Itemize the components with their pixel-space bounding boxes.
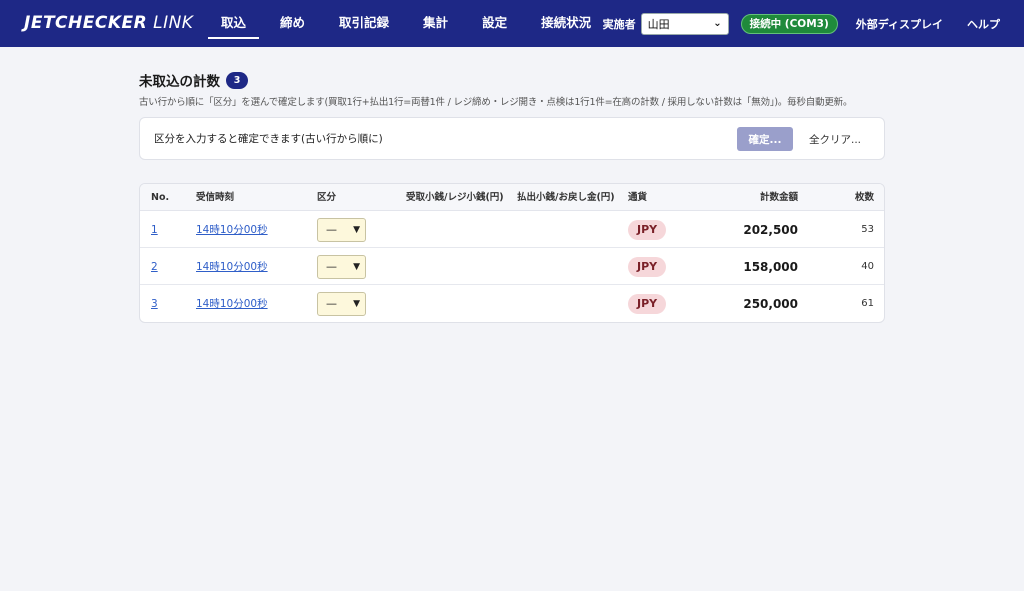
help-link[interactable]: ヘルプ (967, 16, 1000, 32)
pending-counts-table: No. 受信時刻 区分 受取小銭/レジ小銭(円) 払出小銭/お戻し金(円) 通貨… (139, 183, 885, 323)
action-card: 区分を入力すると確定できます(古い行から順に) 確定... 全クリア... (139, 117, 885, 160)
nav-tab-connection[interactable]: 接続状況 (528, 0, 604, 47)
top-navigation-bar: JETCHECKER LINK 取込 締め 取引記録 集計 設定 接続状況 実施… (0, 0, 1024, 47)
pending-count-badge: 3 (226, 71, 248, 89)
nav-tab-import[interactable]: 取込 (208, 0, 260, 47)
nav-tab-transactions[interactable]: 取引記録 (326, 0, 402, 47)
title-row: 未取込の計数 3 (139, 70, 885, 90)
currency-badge: JPY (628, 256, 667, 277)
received-time-link[interactable]: 14時10分00秒 (196, 222, 268, 237)
col-header-amount: 計数金額 (759, 192, 798, 203)
row-number-link[interactable]: 3 (151, 298, 158, 310)
col-header-received: 受取小銭/レジ小銭(円) (406, 192, 504, 203)
col-header-no: No. (151, 192, 170, 203)
received-time-link[interactable]: 14時10分00秒 (196, 296, 268, 311)
col-header-pieces: 枚数 (854, 192, 874, 203)
chevron-down-icon: ▼ (353, 261, 360, 272)
page-title: 未取込の計数 (139, 74, 220, 90)
piece-count: 53 (861, 224, 874, 235)
operator-select[interactable]: 山田 ⌄ (640, 12, 729, 35)
confirm-button[interactable]: 確定... (737, 127, 793, 151)
table-row: 2 14時10分00秒 — ▼ JPY 158,000 40 (140, 248, 884, 285)
nav-tab-summary[interactable]: 集計 (410, 0, 461, 47)
col-header-paid: 払出小銭/お戻し金(円) (517, 192, 615, 203)
col-header-category: 区分 (317, 192, 337, 203)
count-amount: 158,000 (743, 259, 798, 274)
piece-count: 61 (861, 298, 874, 309)
operator-label: 実施者 (602, 17, 636, 31)
currency-badge: JPY (628, 219, 667, 240)
category-select-value: — (326, 260, 337, 273)
clear-all-button[interactable]: 全クリア... (805, 127, 865, 151)
table-row: 1 14時10分00秒 — ▼ JPY 202,500 53 (140, 211, 884, 248)
received-time-link[interactable]: 14時10分00秒 (196, 259, 268, 274)
nav-tab-settings[interactable]: 設定 (469, 0, 520, 47)
table-header: No. 受信時刻 区分 受取小銭/レジ小銭(円) 払出小銭/お戻し金(円) 通貨… (140, 184, 884, 211)
header-right-area: 実施者 山田 ⌄ 接続中 (COM3) 外部ディスプレイ ヘルプ (603, 0, 1000, 47)
col-header-currency: 通貨 (628, 192, 648, 203)
row-number-link[interactable]: 1 (151, 224, 158, 236)
page-description: 古い行から順に「区分」を選んで確定します(買取1行+払出1行=両替1件 / レジ… (139, 97, 853, 108)
category-select-value: — (326, 223, 337, 236)
chevron-down-icon: ▼ (353, 224, 360, 235)
row-number-link[interactable]: 2 (151, 261, 158, 273)
brand-name-bold: JETCHECKER (24, 13, 148, 33)
main-nav: 取込 締め 取引記録 集計 設定 接続状況 (208, 0, 612, 47)
external-display-link[interactable]: 外部ディスプレイ (856, 16, 943, 32)
brand-name-light: LINK (153, 13, 194, 33)
piece-count: 40 (861, 261, 874, 272)
col-header-time: 受信時刻 (196, 192, 235, 203)
chevron-down-icon: ▼ (353, 298, 360, 309)
operator-select-value: 山田 (647, 17, 670, 31)
count-amount: 202,500 (743, 222, 798, 237)
action-hint-text: 区分を入力すると確定できます(古い行から順に) (154, 133, 383, 145)
main-content: 未取込の計数 3 古い行から順に「区分」を選んで確定します(買取1行+払出1行=… (139, 70, 885, 323)
category-select[interactable]: — ▼ (317, 217, 366, 242)
chevron-down-icon: ⌄ (713, 18, 722, 29)
currency-badge: JPY (628, 293, 667, 314)
category-select-value: — (326, 297, 337, 310)
brand-logo[interactable]: JETCHECKER LINK (24, 13, 193, 33)
category-select[interactable]: — ▼ (317, 254, 366, 279)
nav-tab-closing[interactable]: 締め (267, 0, 318, 47)
connection-status-badge: 接続中 (COM3) (740, 13, 838, 34)
count-amount: 250,000 (743, 296, 798, 311)
table-row: 3 14時10分00秒 — ▼ JPY 250,000 61 (140, 285, 884, 322)
category-select[interactable]: — ▼ (317, 291, 366, 316)
